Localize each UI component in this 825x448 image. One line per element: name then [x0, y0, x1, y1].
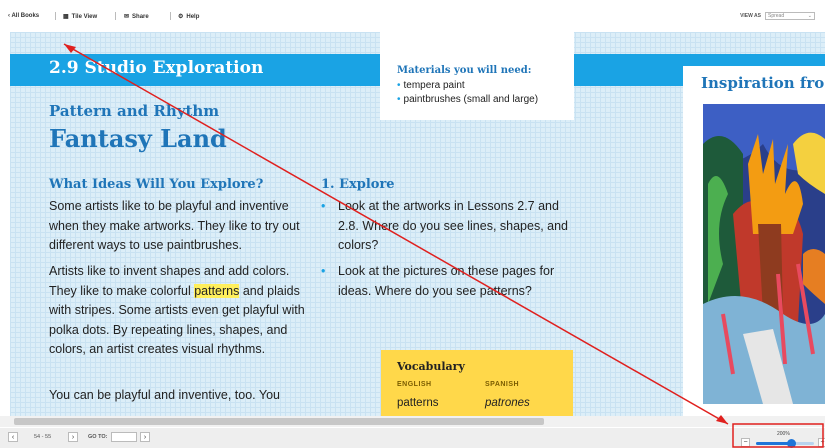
goto-label: GO TO:	[88, 434, 108, 440]
materials-box: Materials you will need: • tempera paint …	[380, 32, 574, 120]
toolbar-divider	[55, 12, 56, 20]
share-button[interactable]: ✉ Share	[124, 13, 149, 21]
inspiration-title: Inspiration fro	[701, 74, 825, 92]
help-button[interactable]: ⚙ Help	[178, 13, 200, 21]
vocab-english-term: patterns	[397, 397, 439, 409]
help-label: Help	[186, 13, 200, 20]
banner-title: 2.9 Studio Exploration	[49, 58, 264, 78]
explore-item: • Look at the pictures on these pages for…	[321, 264, 555, 298]
ideas-heading: What Ideas Will You Explore?	[49, 177, 264, 192]
artwork-image	[703, 104, 825, 404]
vocab-spanish-term: patrones	[485, 397, 530, 409]
toolbar-divider	[115, 12, 116, 20]
vocab-english-header: ENGLISH	[397, 381, 432, 388]
view-as-label: VIEW AS	[740, 13, 761, 19]
paragraph: You can be playful and inventive, too. Y…	[49, 388, 280, 402]
goto-input[interactable]	[111, 432, 137, 442]
bottom-bar: ‹ 54 - 55 › GO TO: ›	[0, 428, 825, 448]
materials-item: • paintbrushes (small and large)	[397, 94, 539, 105]
horizontal-scrollbar[interactable]	[14, 418, 544, 425]
share-label: Share	[132, 13, 149, 20]
highlighted-word: patterns	[194, 283, 240, 298]
chevron-down-icon: ⌄	[807, 13, 812, 19]
explore-heading: 1. Explore	[321, 177, 395, 192]
top-toolbar: ‹ All Books ▦ Tile View ✉ Share ⚙ Help V…	[0, 0, 825, 32]
prev-page-button[interactable]: ‹	[8, 432, 18, 442]
zoom-slider-fill	[756, 442, 791, 445]
vocabulary-title: Vocabulary	[397, 360, 465, 373]
zoom-out-button[interactable]: −	[741, 438, 750, 447]
mail-icon: ✉	[124, 14, 130, 20]
tile-view-label: Tile View	[71, 13, 98, 20]
view-as-control: VIEW AS Spread ⌄	[740, 12, 815, 20]
grid-icon: ▦	[63, 14, 69, 20]
toolbar-divider	[170, 12, 171, 20]
page-range: 54 - 55	[34, 434, 52, 440]
zoom-slider[interactable]	[756, 439, 814, 448]
section-subtitle: Pattern and Rhythm	[49, 102, 220, 120]
explore-item: • Look at the artworks in Lessons 2.7 and…	[321, 199, 569, 252]
vocabulary-box: Vocabulary ENGLISH SPANISH patterns patr…	[381, 350, 573, 416]
view-as-select[interactable]: Spread ⌄	[765, 12, 815, 20]
artwork-painting	[703, 104, 825, 404]
tile-view-button[interactable]: ▦ Tile View	[63, 13, 98, 21]
book-spread: 2.9 Studio Exploration Materials you wil…	[10, 32, 825, 416]
zoom-slider-thumb[interactable]	[786, 439, 796, 448]
zoom-level-label: 200%	[777, 431, 790, 437]
next-page-button[interactable]: ›	[68, 432, 78, 442]
section-title: Fantasy Land	[49, 124, 227, 153]
zoom-in-button[interactable]: +	[818, 438, 825, 447]
all-books-label: ‹ All Books	[8, 13, 40, 19]
view-as-value: Spread	[768, 13, 785, 19]
paragraph: Some artists like to be playful and inve…	[49, 199, 300, 252]
paragraph: Artists like to invent shapes and add co…	[49, 264, 305, 356]
materials-title: Materials you will need:	[397, 65, 532, 76]
materials-item: • tempera paint	[397, 80, 465, 91]
all-books-link[interactable]: ‹ All Books	[8, 13, 39, 19]
inspiration-panel: Inspiration fro	[683, 66, 825, 416]
goto-submit-button[interactable]: ›	[140, 432, 150, 442]
vocab-spanish-header: SPANISH	[485, 381, 520, 388]
gear-icon: ⚙	[178, 14, 184, 20]
